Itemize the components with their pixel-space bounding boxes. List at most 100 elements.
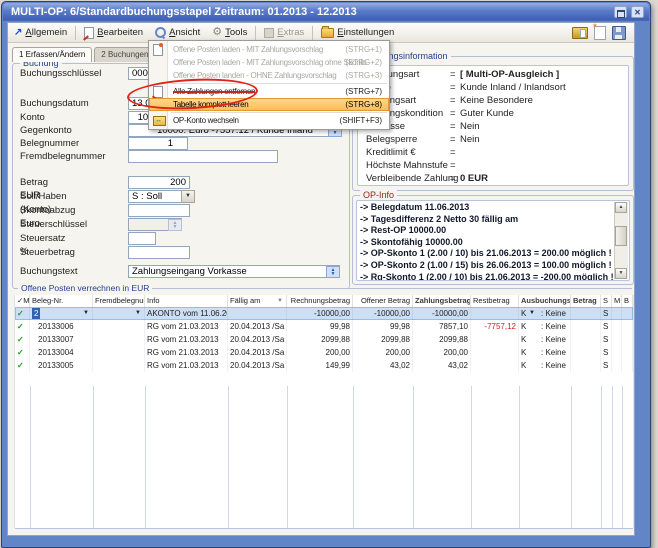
col-beleg-nr[interactable]: Beleg-Nr. — [30, 295, 93, 307]
belegnummer-input[interactable]: 1 — [128, 137, 188, 150]
cell-s: S — [601, 333, 612, 346]
menu-allgemein[interactable]: ↗Allgemein — [8, 24, 73, 41]
cell-zahlung: 2099,88 — [413, 333, 471, 346]
col-restbetrag[interactable]: Restbetrag — [471, 295, 519, 307]
cell-fremd — [93, 333, 145, 346]
menu-extras[interactable]: Extras — [258, 24, 310, 41]
table-row[interactable]: ✓ 20133004 RG vom 21.03.2013 20.04.2013 … — [15, 346, 633, 359]
buchungstext-combo[interactable]: Zahlungseingang Vorkasse — [128, 265, 340, 278]
menubar-separator — [255, 26, 256, 40]
op-info-group: OP-Info -> Belegdatum 11.06.2013 -> Tage… — [352, 195, 634, 285]
col-faellig-am[interactable]: Fällig am▼ — [228, 295, 287, 307]
sollhaben-combo[interactable]: S : Soll — [128, 190, 182, 203]
cell-s: S — [601, 320, 612, 333]
cell-ausbuchung: K: Keine — [519, 346, 571, 359]
cell-ausbuchung: K: Keine — [519, 320, 571, 333]
chevron-down-icon[interactable]: ▼ — [83, 307, 89, 320]
chevron-down-icon[interactable]: ▼ — [529, 307, 535, 320]
close-button[interactable]: ✕ — [631, 6, 644, 18]
settings-folder-icon — [321, 28, 334, 38]
cell-m — [612, 359, 622, 372]
col-fremdbelegnummer[interactable]: Fremdbelegnummer — [93, 295, 145, 307]
cell-beleg: 20133004 — [30, 346, 93, 359]
info-value: Nein — [460, 121, 480, 133]
menu-item-op-laden-mit[interactable]: Offene Posten laden - MIT Zahlungsvorsch… — [149, 43, 389, 56]
document-icon — [153, 44, 163, 56]
op-table-section-label: Offene Posten verrechnen in EUR — [18, 283, 152, 293]
menu-bearbeiten[interactable]: Bearbeiten — [78, 24, 149, 41]
table-row[interactable]: ✓ 20133005 RG vom 21.03.2013 20.04.2013 … — [15, 359, 633, 372]
scroll-up-icon: ▲ — [619, 204, 624, 210]
cell-info: RG vom 21.03.2013 — [145, 346, 228, 359]
magnifier-icon — [155, 27, 166, 38]
menubar-separator — [312, 26, 313, 40]
col-ausbuchungsart[interactable]: Ausbuchungsart — [519, 295, 571, 307]
menu-tools[interactable]: ⚙Tools — [206, 24, 253, 41]
skontoabzug-input[interactable] — [128, 204, 190, 217]
op-info-scrollbar[interactable]: ▲ ▼ — [614, 202, 628, 279]
cell-offen: 43,02 — [353, 359, 413, 372]
tab-buchungen[interactable]: 2 Buchungen — [94, 47, 155, 62]
betrag-input[interactable]: 200 — [128, 176, 190, 189]
col-info[interactable]: Info — [145, 295, 228, 307]
new-document-icon[interactable] — [594, 26, 606, 40]
col-offener-betrag[interactable]: Offener Betrag — [353, 295, 413, 307]
chevron-down-icon[interactable]: ▼ — [135, 307, 141, 320]
steuerbetrag-input[interactable] — [128, 246, 190, 259]
filter-icon[interactable]: ▼ — [277, 295, 283, 307]
sollhaben-dropdown-button[interactable]: ▼ — [181, 190, 195, 203]
col-m[interactable]: M — [612, 295, 622, 307]
info-value: Kunde Inland / Inlandsort — [460, 82, 566, 94]
cell-fremd[interactable]: ▼ — [93, 307, 145, 320]
cell-m — [612, 320, 622, 333]
edit-document-icon — [84, 27, 94, 39]
menu-item-op-laden-ohne-skonto[interactable]: Offene Posten laden - MIT Zahlungsvorsch… — [149, 56, 389, 69]
fremdbelegnummer-input[interactable] — [128, 150, 278, 163]
menu-einstellungen[interactable]: Einstellungen — [315, 24, 400, 41]
restore-button[interactable] — [614, 6, 627, 18]
cell-betrag — [571, 346, 601, 359]
cell-faellig: 20.04.2013 /Sa — [228, 333, 287, 346]
col-s[interactable]: S — [601, 295, 612, 307]
cell-rest — [471, 346, 519, 359]
cell-fremd — [93, 346, 145, 359]
cell-faellig: 20.04.2013 /Sa — [228, 359, 287, 372]
col-betrag[interactable]: Betrag — [571, 295, 601, 307]
buchungsdatum-label: Buchungsdatum — [20, 97, 89, 110]
col-b[interactable]: B — [622, 295, 633, 307]
table-header-row: ✓M Beleg-Nr. Fremdbelegnummer Info Fälli… — [15, 295, 633, 307]
col-rechnungsbetrag[interactable]: Rechnungsbetrag — [287, 295, 353, 307]
cell-offen: 2099,88 — [353, 333, 413, 346]
cell-zahlung: 7857,10 — [413, 320, 471, 333]
cell-ausbuchung: K: Keine — [519, 359, 571, 372]
cell-zahlung: -10000,00 — [413, 307, 471, 320]
cell-ausbuchung[interactable]: K▼: Keine — [519, 307, 571, 320]
steuerschluessel-spinner[interactable]: ▲▼ — [168, 219, 182, 231]
scroll-up-button[interactable]: ▲ — [615, 202, 627, 213]
close-icon: ✕ — [634, 8, 641, 17]
op-info-line: -> Rg-Skonto 1 (2.00 / 10) bis 21.06.201… — [360, 272, 613, 281]
steuersatz-input[interactable] — [128, 232, 156, 245]
menu-item-op-konto-wechseln[interactable]: OP-Konto wechseln(SHIFT+F3) — [149, 114, 389, 127]
scroll-down-button[interactable]: ▼ — [615, 268, 627, 279]
col-zahlungsbetrag[interactable]: Zahlungsbetrag — [413, 295, 471, 307]
account-info-group: Buchungsinformation Buchungsart=[ Multi-… — [352, 56, 634, 191]
open-book-icon[interactable] — [572, 27, 588, 39]
info-value: Nein — [460, 134, 480, 146]
cell-info: AKONTO vom 11.06.201 — [145, 307, 228, 320]
op-info-line: -> Tagesdifferenz 2 Netto 30 fällig am — [360, 214, 613, 226]
cell-m — [612, 307, 622, 320]
cell-b — [622, 307, 633, 320]
restore-icon — [617, 10, 625, 18]
table-row[interactable]: ✓ 20133007 RG vom 21.03.2013 20.04.2013 … — [15, 333, 633, 346]
tab-erfassen-aendern[interactable]: 1 Erfassen/Ändern — [12, 47, 92, 62]
buchungstext-spinner[interactable]: ▲▼ — [326, 266, 340, 278]
col-check[interactable]: ✓M — [15, 295, 30, 307]
menu-ansicht[interactable]: Ansicht — [149, 24, 206, 41]
save-icon[interactable] — [612, 26, 626, 40]
cell-beleg[interactable]: 2▼ — [30, 307, 93, 320]
scrollbar-thumb[interactable] — [615, 226, 627, 246]
table-row[interactable]: ✓ 20133006 RG vom 21.03.2013 20.04.2013 … — [15, 320, 633, 333]
table-row[interactable]: ✓ 2▼ ▼ AKONTO vom 11.06.201 -10000,00 -1… — [15, 307, 633, 320]
cell-beleg: 20133005 — [30, 359, 93, 372]
